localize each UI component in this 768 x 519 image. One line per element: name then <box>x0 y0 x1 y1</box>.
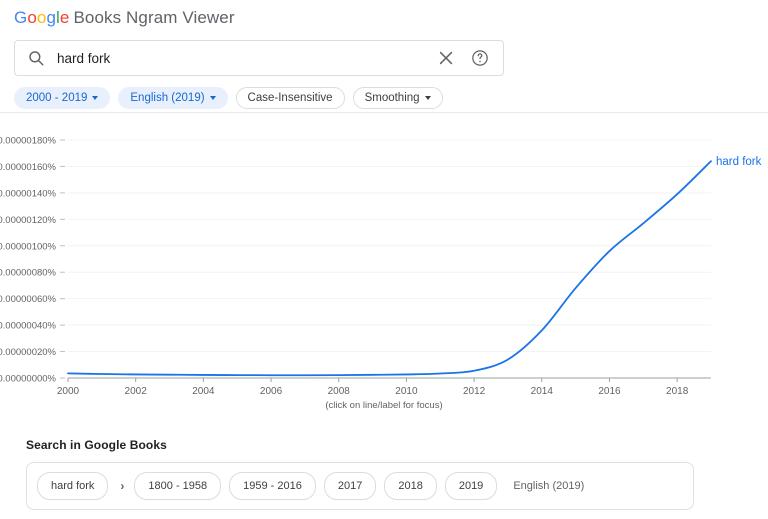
search-icon <box>27 49 45 67</box>
y-axis-tick-label: 0.00000140% <box>0 188 57 199</box>
search-input[interactable] <box>57 50 436 66</box>
logo-letter-4: g <box>46 8 57 27</box>
x-axis-tick-label: 2006 <box>260 386 283 397</box>
x-axis-tick-label: 2000 <box>57 386 80 397</box>
y-axis-tick-label: 0.00000180% <box>0 136 57 147</box>
close-icon[interactable] <box>436 48 456 68</box>
x-axis-tick-label: 2010 <box>395 386 418 397</box>
page-title: Google Books Ngram Viewer <box>14 8 768 28</box>
series-label-hard-fork[interactable]: hard fork <box>716 156 762 168</box>
books-range-chip-3[interactable]: 2017 <box>323 472 377 500</box>
x-axis-tick-label: 2002 <box>125 386 148 397</box>
logo-letter-6: e <box>59 8 70 27</box>
books-language-label: English (2019) <box>513 480 585 492</box>
y-axis-tick-label: 0.00000060% <box>0 294 57 305</box>
books-section-heading: Search in Google Books <box>26 438 167 452</box>
chevron-down-icon <box>209 96 216 100</box>
chip-case-insensitive[interactable]: Case-Insensitive <box>235 87 345 109</box>
x-axis-tick-label: 2012 <box>463 386 486 397</box>
books-chip-panel: hard fork › 1800 - 1958 1959 - 2016 2017… <box>26 462 694 510</box>
books-range-chip-4[interactable]: 2018 <box>384 472 437 500</box>
y-axis-tick-label: 0.00000020% <box>0 347 57 358</box>
y-axis-tick-label: 0.00000000% <box>0 374 57 385</box>
chip-smoothing-label: Smoothing <box>364 92 420 104</box>
chip-corpus[interactable]: English (2019) <box>118 87 228 109</box>
ngram-chart[interactable]: 0.00000000% 0.00000020% 0.00000040% 0.00000… <box>0 118 768 418</box>
app-header: Google Books Ngram Viewer <box>0 0 768 34</box>
logo-letter-1: G <box>14 8 28 27</box>
books-query-chip[interactable]: hard fork <box>37 472 109 500</box>
y-axis-tick-label: 0.00000120% <box>0 215 57 226</box>
help-circle-icon[interactable] <box>470 48 490 68</box>
chevron-down-icon <box>424 96 431 100</box>
chip-date-range-label: 2000 - 2019 <box>26 92 88 104</box>
app-name: Books Ngram Viewer <box>73 8 235 27</box>
y-axis-tick-label: 0.00000080% <box>0 268 57 279</box>
search-in-google-books-section: Search in Google Books hard fork › 1800 … <box>26 438 726 510</box>
search-bar[interactable] <box>14 40 504 76</box>
books-range-chip-2[interactable]: 1959 - 2016 <box>229 472 316 500</box>
x-axis-tick-label: 2004 <box>192 386 215 397</box>
chip-case-insensitive-label: Case-Insensitive <box>247 92 333 104</box>
google-logo: Google <box>14 8 69 27</box>
books-range-chip-1[interactable]: 1800 - 1958 <box>134 472 222 500</box>
logo-letter-2: o <box>27 8 37 27</box>
chevron-down-icon <box>92 96 99 100</box>
chip-smoothing[interactable]: Smoothing <box>352 87 443 109</box>
chart-svg[interactable]: 0.00000000% 0.00000020% 0.00000040% 0.00000… <box>0 118 768 408</box>
y-axis-tick-label: 0.00000100% <box>0 241 57 252</box>
x-axis-tick-label: 2018 <box>666 386 689 397</box>
chevron-right-icon[interactable]: › <box>120 479 124 493</box>
chip-corpus-label: English (2019) <box>130 92 205 104</box>
y-axis-tick-label: 0.00000040% <box>0 321 57 332</box>
y-axis-tick-label: 0.00000160% <box>0 162 57 173</box>
filter-chips: 2000 - 2019 English (2019) Case-Insensit… <box>14 86 768 110</box>
header-divider <box>0 112 768 113</box>
x-axis-tick-label: 2008 <box>328 386 351 397</box>
x-axis-tick-label: 2014 <box>531 386 554 397</box>
chip-date-range[interactable]: 2000 - 2019 <box>14 87 111 109</box>
x-axis-tick-label: 2016 <box>598 386 621 397</box>
books-range-chip-5[interactable]: 2019 <box>444 472 498 500</box>
chart-focus-note: (click on line/label for focus) <box>325 400 443 411</box>
